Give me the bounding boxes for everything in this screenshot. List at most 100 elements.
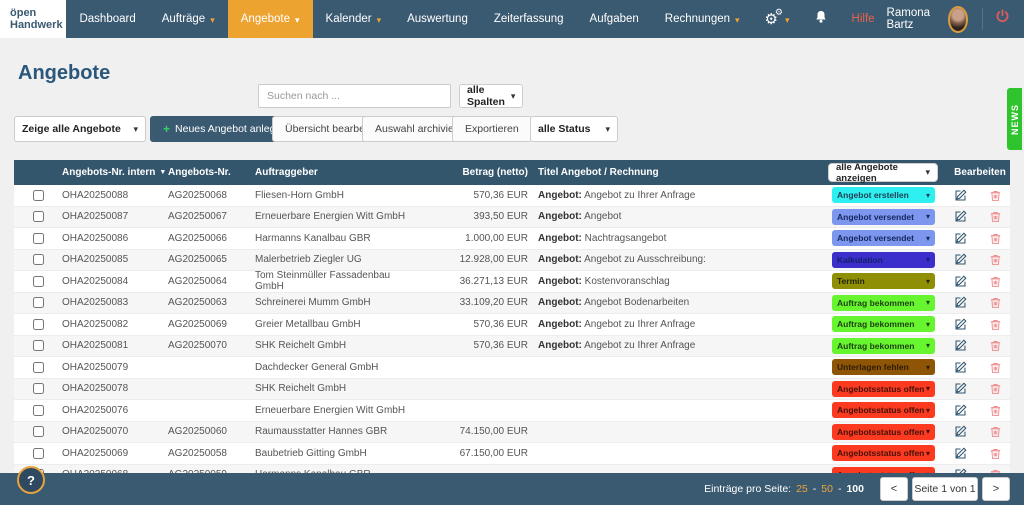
status-select[interactable]: Angebotsstatus offen ▾ [832,402,935,418]
status-label: Angebotsstatus offen [837,405,924,415]
show-filter-select[interactable]: Zeige alle Angebote ▾ [14,116,146,142]
delete-button[interactable] [989,253,1002,266]
user-avatar[interactable] [948,6,968,33]
columns-select[interactable]: alle Spalten ▾ [459,84,523,108]
edit-button[interactable] [954,189,967,202]
status-select[interactable]: Unterlagen fehlen ▾ [832,359,935,375]
status-select[interactable]: Auftrag bekommen ▾ [832,338,935,354]
header-edit: Bearbeiten [950,167,1010,178]
nav-item-kalender[interactable]: Kalender▾ [313,0,395,38]
delete-button[interactable] [989,275,1002,288]
row-checkbox[interactable] [33,362,44,373]
row-title: Angebot [582,211,621,222]
nav-item-auswertung[interactable]: Auswertung [394,0,481,38]
delete-button[interactable] [989,339,1002,352]
delete-button[interactable] [989,361,1002,374]
delete-button[interactable] [989,425,1002,438]
header-client[interactable]: Auftraggeber [255,167,420,178]
prev-page-button[interactable]: < [880,477,908,501]
header-amount[interactable]: Betrag (netto) [420,167,530,178]
settings-menu-button[interactable]: ⚙⚙ ▾ [753,0,802,38]
row-checkbox[interactable] [33,297,44,308]
notifications-button[interactable] [802,0,840,38]
edit-button[interactable] [954,296,967,309]
edit-button[interactable] [954,318,967,331]
help-link[interactable]: Hilfe [840,13,887,25]
row-checkbox[interactable] [33,448,44,459]
status-select[interactable]: Termin ▾ [832,273,935,289]
nav-item-auftr-ge[interactable]: Aufträge▾ [149,0,228,38]
edit-button[interactable] [954,425,967,438]
status-select[interactable]: Angebot versendet ▾ [832,230,935,246]
edit-button[interactable] [954,253,967,266]
row-nr: AG20250060 [168,426,255,437]
logout-button[interactable] [995,9,1024,29]
header-nr[interactable]: Angebots-Nr. [168,167,255,178]
user-name[interactable]: Ramona Bartz [887,7,939,31]
status-select[interactable]: Auftrag bekommen ▾ [832,295,935,311]
row-checkbox[interactable] [33,190,44,201]
edit-button[interactable] [954,404,967,417]
next-page-button[interactable]: > [982,477,1010,501]
row-title-cell: Angebot: Angebot zu Ausschreibung: [530,254,832,265]
news-tab[interactable]: NEWS [1007,88,1022,150]
edit-button[interactable] [954,232,967,245]
delete-button[interactable] [989,447,1002,460]
row-status-cell: Auftrag bekommen ▾ [832,338,950,354]
nav-right: Ramona Bartz [887,0,1024,38]
openhandwerk-logo[interactable]: öpen Handwerk [0,0,66,38]
row-checkbox[interactable] [33,233,44,244]
row-title-label: Angebot: [538,254,582,265]
search-input[interactable] [258,84,451,108]
nav-item-aufgaben[interactable]: Aufgaben [577,0,652,38]
page-size-25[interactable]: 25 [796,483,808,495]
header-intern[interactable]: Angebots-Nr. intern ▼ [62,167,168,178]
edit-button[interactable] [954,339,967,352]
status-label: Auftrag bekommen [837,319,914,329]
row-checkbox[interactable] [33,211,44,222]
row-title: Kostenvoranschlag [582,276,670,287]
delete-button[interactable] [989,210,1002,223]
nav-item-rechnungen[interactable]: Rechnungen▾ [652,0,753,38]
edit-button[interactable] [954,447,967,460]
row-checkbox[interactable] [33,319,44,330]
nav-item-dashboard[interactable]: Dashboard [66,0,148,38]
row-nr: AG20250068 [168,190,255,201]
delete-button[interactable] [989,382,1002,395]
page-size-100[interactable]: 100 [846,483,864,495]
delete-button[interactable] [989,404,1002,417]
offers-display-select[interactable]: alle Angebote anzeigen ▾ [828,163,938,182]
header-title[interactable]: Titel Angebot / Rechnung [530,167,832,178]
status-select[interactable]: Angebot versendet ▾ [832,209,935,225]
export-button[interactable]: Exportieren [452,116,532,142]
status-select[interactable]: Kalkulation ▾ [832,252,935,268]
help-fab-button[interactable]: ? [17,466,45,494]
delete-button[interactable] [989,318,1002,331]
row-status-cell: Auftrag bekommen ▾ [832,316,950,332]
row-checkbox[interactable] [33,340,44,351]
edit-button[interactable] [954,210,967,223]
status-filter-select[interactable]: alle Status ▾ [530,116,618,142]
status-select[interactable]: Angebot erstellen ▾ [832,187,935,203]
status-select[interactable]: Angebotsstatus offen ▾ [832,445,935,461]
nav-item-angebote[interactable]: Angebote▾ [228,0,313,38]
edit-button[interactable] [954,275,967,288]
edit-button[interactable] [954,361,967,374]
delete-button[interactable] [989,296,1002,309]
page-size-50[interactable]: 50 [821,483,833,495]
row-checkbox[interactable] [33,254,44,265]
row-client: Schreinerei Mumm GmbH [255,297,420,308]
status-select[interactable]: Angebotsstatus offen ▾ [832,381,935,397]
nav-item-zeiterfassung[interactable]: Zeiterfassung [481,0,577,38]
chevron-down-icon: ▾ [735,15,740,26]
row-checkbox[interactable] [33,426,44,437]
status-select[interactable]: Auftrag bekommen ▾ [832,316,935,332]
row-checkbox[interactable] [33,405,44,416]
delete-button[interactable] [989,189,1002,202]
row-checkbox[interactable] [33,276,44,287]
status-select[interactable]: Angebotsstatus offen ▾ [832,424,935,440]
row-checkbox[interactable] [33,383,44,394]
edit-button[interactable] [954,382,967,395]
delete-button[interactable] [989,232,1002,245]
row-amount: 1.000,00 EUR [420,233,530,244]
